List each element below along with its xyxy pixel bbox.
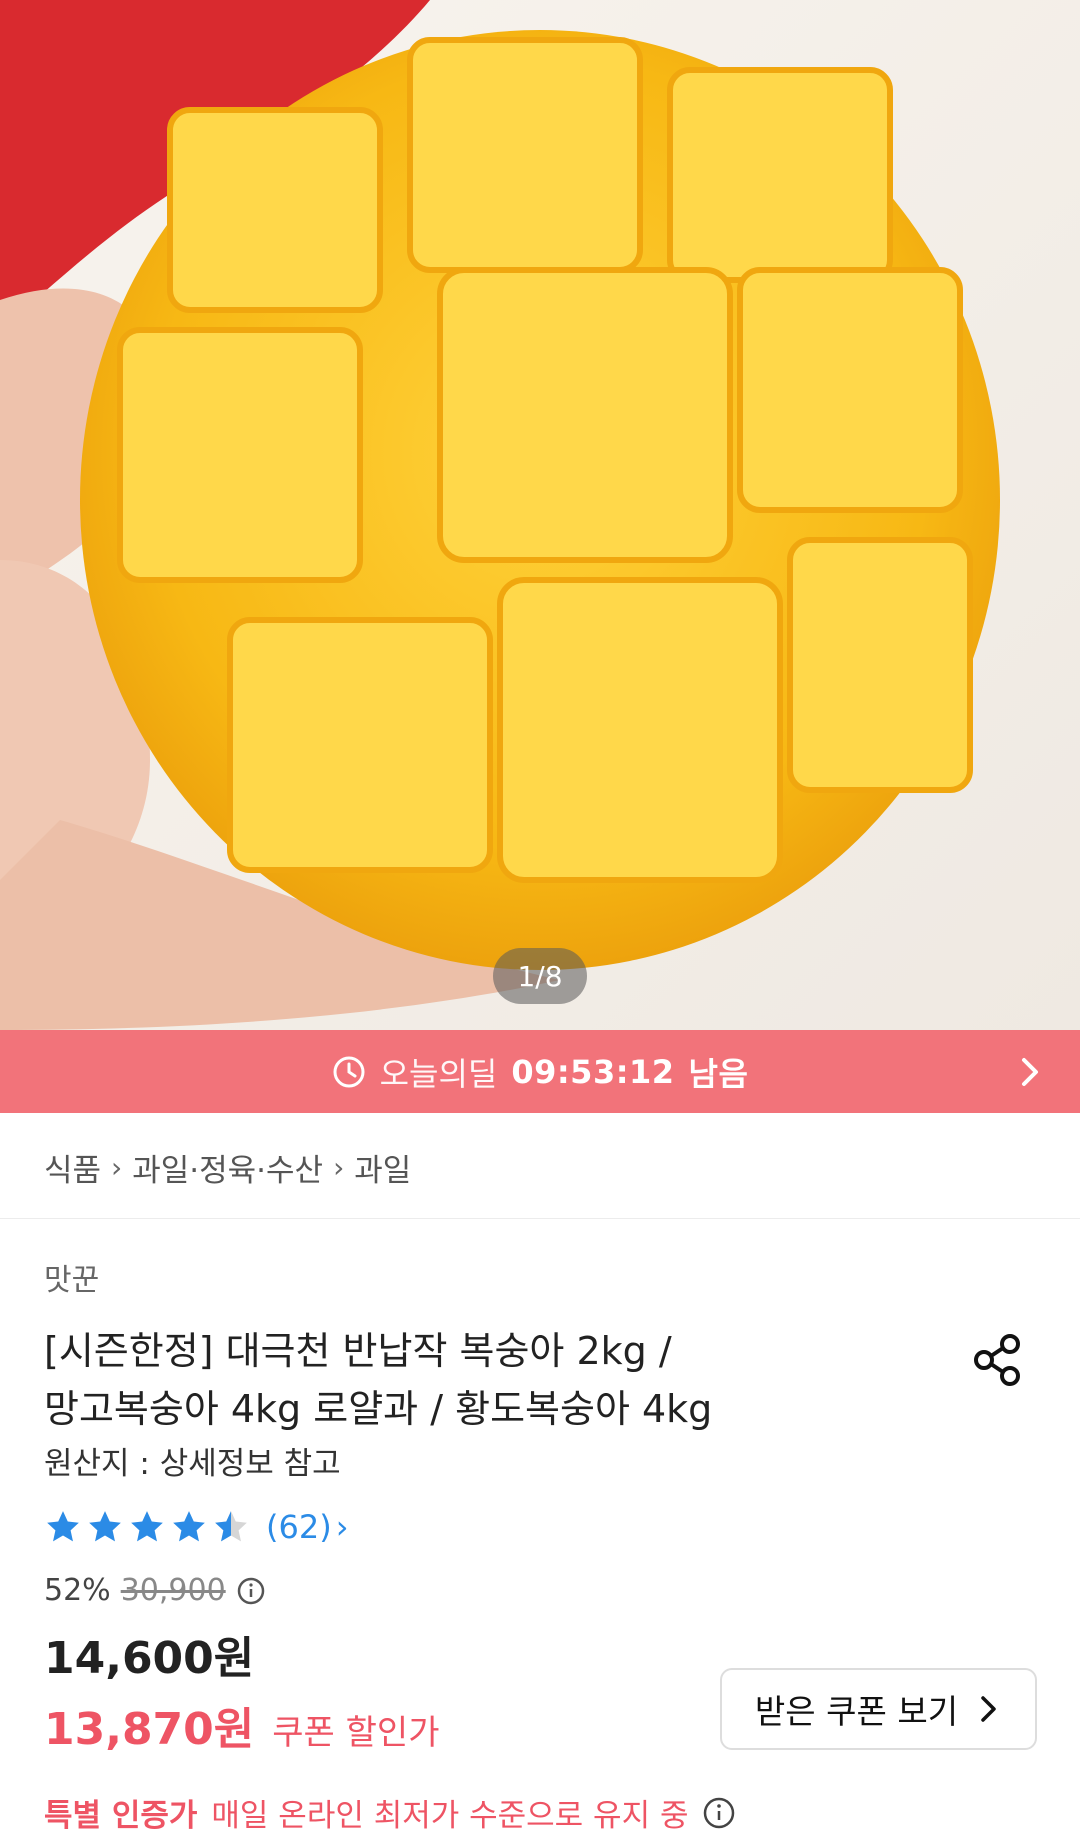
review-count-link[interactable]: (62) › <box>266 1508 348 1546</box>
chevron-right-icon <box>981 1696 996 1722</box>
chevron-right-icon: › <box>333 1150 345 1184</box>
coupon-price-label: 쿠폰 할인가 <box>272 1713 440 1753</box>
image-counter: 1/8 <box>493 948 587 1004</box>
view-coupons-button[interactable]: 받은 쿠폰 보기 <box>720 1668 1037 1750</box>
product-title: [시즌한정] 대극천 반납작 복숭아 2kg / 망고복숭아 4kg 로얄과 /… <box>44 1322 944 1438</box>
clock-icon <box>333 1056 365 1087</box>
star-full-icon <box>173 1511 205 1542</box>
star-rating <box>44 1508 250 1546</box>
original-price: 30,900 <box>120 1573 226 1608</box>
discount-rate: 52% <box>44 1573 111 1608</box>
breadcrumb-item-food[interactable]: 식품 <box>44 1145 101 1190</box>
chevron-right-icon: › <box>335 1508 349 1546</box>
seller-name[interactable]: 맛꾼 <box>44 1255 99 1299</box>
deal-remaining-label: 남음 <box>688 1054 749 1093</box>
star-full-icon <box>89 1511 121 1542</box>
rating-row[interactable]: (62) › <box>44 1508 348 1546</box>
info-icon[interactable] <box>702 1796 736 1830</box>
star-full-icon <box>47 1511 79 1542</box>
sale-price: 14,600원 <box>44 1633 255 1684</box>
chevron-right-icon: › <box>111 1150 123 1184</box>
coupon-price-row: 13,870원 쿠폰 할인가 <box>44 1693 440 1757</box>
star-half-icon <box>215 1511 247 1542</box>
view-coupons-label: 받은 쿠폰 보기 <box>754 1692 959 1731</box>
deal-label: 오늘의딜 <box>379 1054 498 1093</box>
chevron-right-icon[interactable] <box>1010 1052 1050 1092</box>
divider <box>0 1218 1080 1219</box>
breadcrumb-item-fruit[interactable]: 과일 <box>354 1145 411 1190</box>
breadcrumb-item-fruit-meat-seafood[interactable]: 과일·정육·수산 <box>132 1145 323 1190</box>
info-icon[interactable] <box>236 1576 266 1606</box>
share-icon[interactable] <box>968 1330 1028 1390</box>
special-price-tag: 특별 인증가 <box>44 1798 198 1834</box>
special-price-text: 매일 온라인 최저가 수준으로 유지 중 <box>211 1798 689 1834</box>
product-title-line1: [시즌한정] 대극천 반납작 복숭아 2kg / <box>44 1329 672 1373</box>
breadcrumb: 식품 › 과일·정육·수산 › 과일 <box>44 1142 411 1192</box>
todays-deal-banner[interactable]: 오늘의딜 09:53:12 남음 <box>0 1030 1080 1113</box>
coupon-price: 13,870원 <box>44 1704 255 1755</box>
deal-countdown: 09:53:12 <box>511 1052 675 1091</box>
product-title-line2: 망고복숭아 4kg 로얄과 / 황도복숭아 4kg <box>44 1387 713 1431</box>
discount-row: 52% 30,900 <box>44 1573 266 1608</box>
mango-photo <box>0 0 1080 1030</box>
product-image-carousel[interactable]: 1/8 <box>0 0 1080 1030</box>
review-count: (62) <box>266 1508 332 1546</box>
star-full-icon <box>131 1511 163 1542</box>
special-price-notice: 특별 인증가 매일 온라인 최저가 수준으로 유지 중 <box>44 1790 736 1835</box>
origin-info: 원산지 : 상세정보 참고 <box>44 1446 341 1482</box>
